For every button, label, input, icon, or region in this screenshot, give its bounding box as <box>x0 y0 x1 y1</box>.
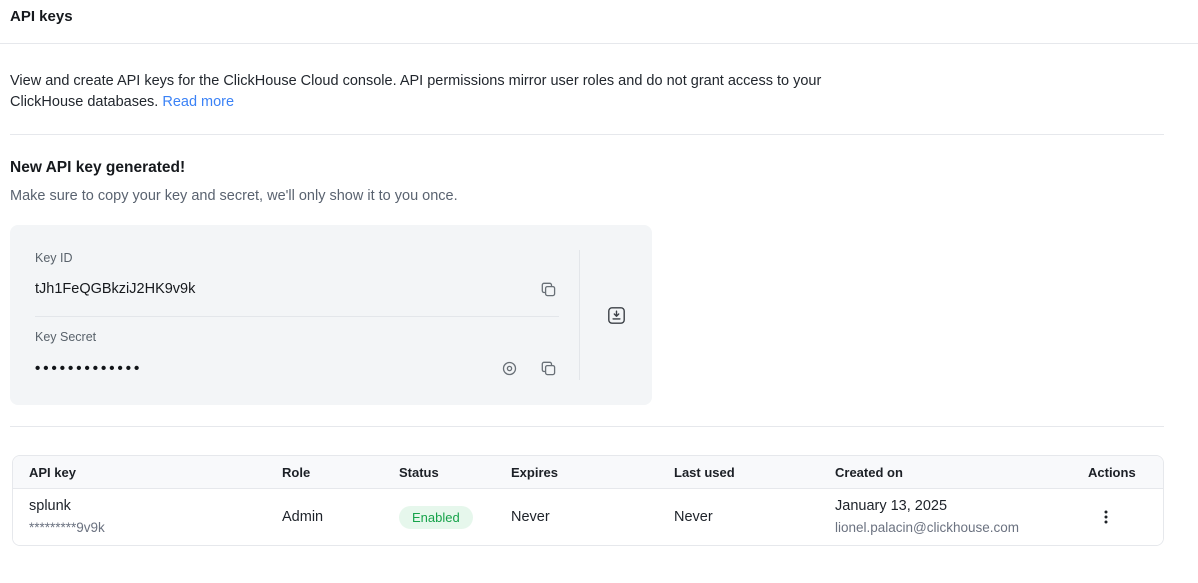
created-date: January 13, 2025 <box>835 496 947 517</box>
cell-expires: Never <box>495 489 658 545</box>
table-row: splunk *********9v9k Admin Enabled Never… <box>13 489 1163 545</box>
cell-actions <box>1072 489 1163 545</box>
page-description: View and create API keys for the ClickHo… <box>10 71 840 113</box>
card-side <box>580 225 652 405</box>
cell-status: Enabled <box>383 489 495 545</box>
kebab-menu-icon <box>1104 510 1108 524</box>
column-header-api-key: API key <box>13 456 266 488</box>
copy-icon <box>540 360 557 377</box>
created-by-email: lionel.palacin@clickhouse.com <box>835 517 1019 538</box>
eye-icon <box>501 360 518 377</box>
key-secret-value: ••••••••••••• <box>35 360 142 377</box>
new-key-card: Key ID tJh1FeQGBkziJ2HK9v9k <box>10 225 652 405</box>
divider <box>10 134 1164 135</box>
key-secret-label: Key Secret <box>35 330 559 344</box>
key-id-field: Key ID tJh1FeQGBkziJ2HK9v9k <box>35 251 559 302</box>
column-header-created-on: Created on <box>819 456 1072 488</box>
api-key-name: splunk <box>29 496 71 517</box>
copy-key-secret-button[interactable] <box>538 358 559 379</box>
key-fields: Key ID tJh1FeQGBkziJ2HK9v9k <box>10 250 580 380</box>
page-title: API keys <box>0 0 1198 25</box>
column-header-actions: Actions <box>1072 456 1163 488</box>
download-key-button[interactable] <box>605 304 628 327</box>
new-key-subtitle: Make sure to copy your key and secret, w… <box>10 188 1198 204</box>
new-key-section: New API key generated! Make sure to copy… <box>0 159 1198 405</box>
copy-key-id-button[interactable] <box>538 279 559 300</box>
download-icon <box>607 306 626 325</box>
key-secret-field: Key Secret ••••••••••••• <box>35 330 559 381</box>
new-key-heading: New API key generated! <box>10 159 1198 177</box>
cell-created-on: January 13, 2025 lionel.palacin@clickhou… <box>819 489 1072 545</box>
divider <box>0 43 1198 44</box>
key-id-value: tJh1FeQGBkziJ2HK9v9k <box>35 281 195 297</box>
divider <box>10 426 1164 427</box>
column-header-last-used: Last used <box>658 456 819 488</box>
cell-role: Admin <box>266 489 383 545</box>
api-key-masked: *********9v9k <box>29 517 105 538</box>
read-more-link[interactable]: Read more <box>162 94 234 110</box>
divider <box>35 316 559 317</box>
reveal-secret-button[interactable] <box>499 358 520 379</box>
cell-api-key: splunk *********9v9k <box>13 489 266 545</box>
status-badge: Enabled <box>399 506 473 529</box>
row-actions-button[interactable] <box>1098 506 1114 528</box>
column-header-expires: Expires <box>495 456 658 488</box>
api-keys-table: API key Role Status Expires Last used Cr… <box>12 455 1164 546</box>
table-header-row: API key Role Status Expires Last used Cr… <box>13 456 1163 489</box>
copy-icon <box>540 281 557 298</box>
description-text: View and create API keys for the ClickHo… <box>10 73 821 110</box>
column-header-status: Status <box>383 456 495 488</box>
column-header-role: Role <box>266 456 383 488</box>
api-keys-page: API keys View and create API keys for th… <box>0 0 1198 583</box>
cell-last-used: Never <box>658 489 819 545</box>
key-id-label: Key ID <box>35 251 559 265</box>
